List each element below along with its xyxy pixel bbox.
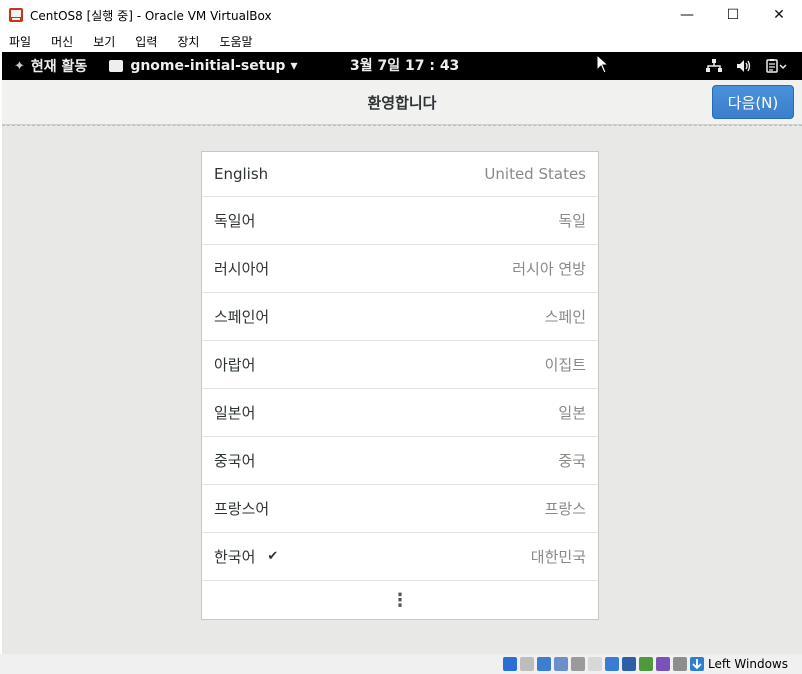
language-row-japanese[interactable]: 일본어 일본 xyxy=(202,389,598,437)
language-region: 중국 xyxy=(558,452,586,470)
mouse-integration-icon[interactable] xyxy=(673,657,688,671)
menu-devices[interactable]: 장치 xyxy=(167,33,209,50)
language-row-korean[interactable]: 한국어 ✔ 대한민국 xyxy=(202,533,598,581)
minimize-button[interactable]: — xyxy=(664,0,710,30)
activities-label: 현재 활동 xyxy=(30,59,88,75)
header-bar: 환영합니다 다음(N) xyxy=(2,80,802,125)
video-capture-icon[interactable] xyxy=(622,657,637,671)
more-languages-button[interactable]: ⋮ xyxy=(202,581,598,621)
language-region: 독일 xyxy=(558,212,586,230)
shared-folder-icon[interactable] xyxy=(588,657,603,671)
language-region: 대한민국 xyxy=(530,548,586,566)
usb-icon[interactable] xyxy=(571,657,586,671)
window-title: CentOS8 [실행 중] - Oracle VM VirtualBox xyxy=(30,8,272,23)
language-row-arabic[interactable]: 아랍어 이집트 xyxy=(202,341,598,389)
language-list: English United States 독일어 독일 러시아어 러시아 연방… xyxy=(201,151,599,620)
language-name: 프랑스어 xyxy=(214,500,270,518)
app-window-icon xyxy=(109,60,124,72)
next-button[interactable]: 다음(N) xyxy=(712,85,794,119)
language-name: 독일어 xyxy=(214,212,256,230)
gnome-top-bar: ✦ 현재 활동 gnome-initial-setup ▾ 3월 7일 17 :… xyxy=(2,52,802,80)
display-icon[interactable] xyxy=(605,657,620,671)
network-icon xyxy=(706,59,722,72)
language-name: 중국어 xyxy=(214,452,256,470)
close-button[interactable]: ✕ xyxy=(756,0,802,30)
host-key-label: Left Windows xyxy=(708,657,788,671)
activities-icon: ✦ xyxy=(14,58,25,74)
virtualbox-app-icon xyxy=(9,8,23,22)
language-region: 이집트 xyxy=(544,356,586,374)
language-region: 스페인 xyxy=(544,308,586,326)
initial-setup-window: 환영합니다 다음(N) English United States 독일어 독일… xyxy=(2,80,802,654)
language-row-german[interactable]: 독일어 독일 xyxy=(202,197,598,245)
language-region: 일본 xyxy=(558,404,586,422)
audio-icon[interactable] xyxy=(537,657,552,671)
recording-icon[interactable] xyxy=(656,657,671,671)
menu-help[interactable]: 도움말 xyxy=(209,33,262,50)
language-row-french[interactable]: 프랑스어 프랑스 xyxy=(202,485,598,533)
language-row-russian[interactable]: 러시아어 러시아 연방 xyxy=(202,245,598,293)
language-row-english[interactable]: English United States xyxy=(202,152,598,197)
maximize-button[interactable]: ☐ xyxy=(710,0,756,30)
arrow-down-icon xyxy=(690,657,705,671)
menu-bar: 파일 머신 보기 입력 장치 도움말 xyxy=(0,30,802,52)
language-region: United States xyxy=(484,165,586,183)
menu-file[interactable]: 파일 xyxy=(0,33,41,50)
status-icons xyxy=(503,657,690,671)
menu-input[interactable]: 입력 xyxy=(125,33,167,50)
language-name: 스페인어 xyxy=(214,308,270,326)
more-vertical-icon: ⋮ xyxy=(391,590,409,611)
menu-machine[interactable]: 머신 xyxy=(41,33,83,50)
app-menu[interactable]: gnome-initial-setup ▾ xyxy=(109,58,297,74)
volume-icon xyxy=(737,60,751,72)
battery-clipboard-icon xyxy=(766,59,787,73)
hard-disk-icon[interactable] xyxy=(503,657,518,671)
app-menu-label: gnome-initial-setup xyxy=(130,58,286,74)
mouse-cursor-icon xyxy=(596,54,610,74)
language-row-chinese[interactable]: 중국어 중국 xyxy=(202,437,598,485)
menu-view[interactable]: 보기 xyxy=(83,33,125,50)
network-adapter-icon[interactable] xyxy=(554,657,569,671)
language-row-spanish[interactable]: 스페인어 스페인 xyxy=(202,293,598,341)
language-name: 아랍어 xyxy=(214,356,256,374)
optical-drive-icon[interactable] xyxy=(520,657,535,671)
vbox-status-bar: Left Windows xyxy=(0,654,802,674)
language-region: 프랑스 xyxy=(544,500,586,518)
check-icon: ✔ xyxy=(267,549,279,564)
language-name: 일본어 xyxy=(214,404,256,422)
system-status-area[interactable] xyxy=(706,52,788,80)
page-title: 환영합니다 xyxy=(367,93,437,112)
header-divider xyxy=(2,125,802,126)
vbox-title-bar: CentOS8 [실행 중] - Oracle VM VirtualBox — … xyxy=(0,0,802,30)
language-name: 한국어 xyxy=(214,548,256,566)
activities-button[interactable]: ✦ 현재 활동 xyxy=(14,56,87,76)
clock[interactable]: 3월 7일 17 : 43 xyxy=(350,52,459,80)
language-name: English xyxy=(214,165,269,183)
language-name: 러시아어 xyxy=(214,260,270,278)
language-region: 러시아 연방 xyxy=(512,260,586,278)
chevron-down-icon: ▾ xyxy=(290,58,298,74)
cpu-icon[interactable] xyxy=(639,657,654,671)
